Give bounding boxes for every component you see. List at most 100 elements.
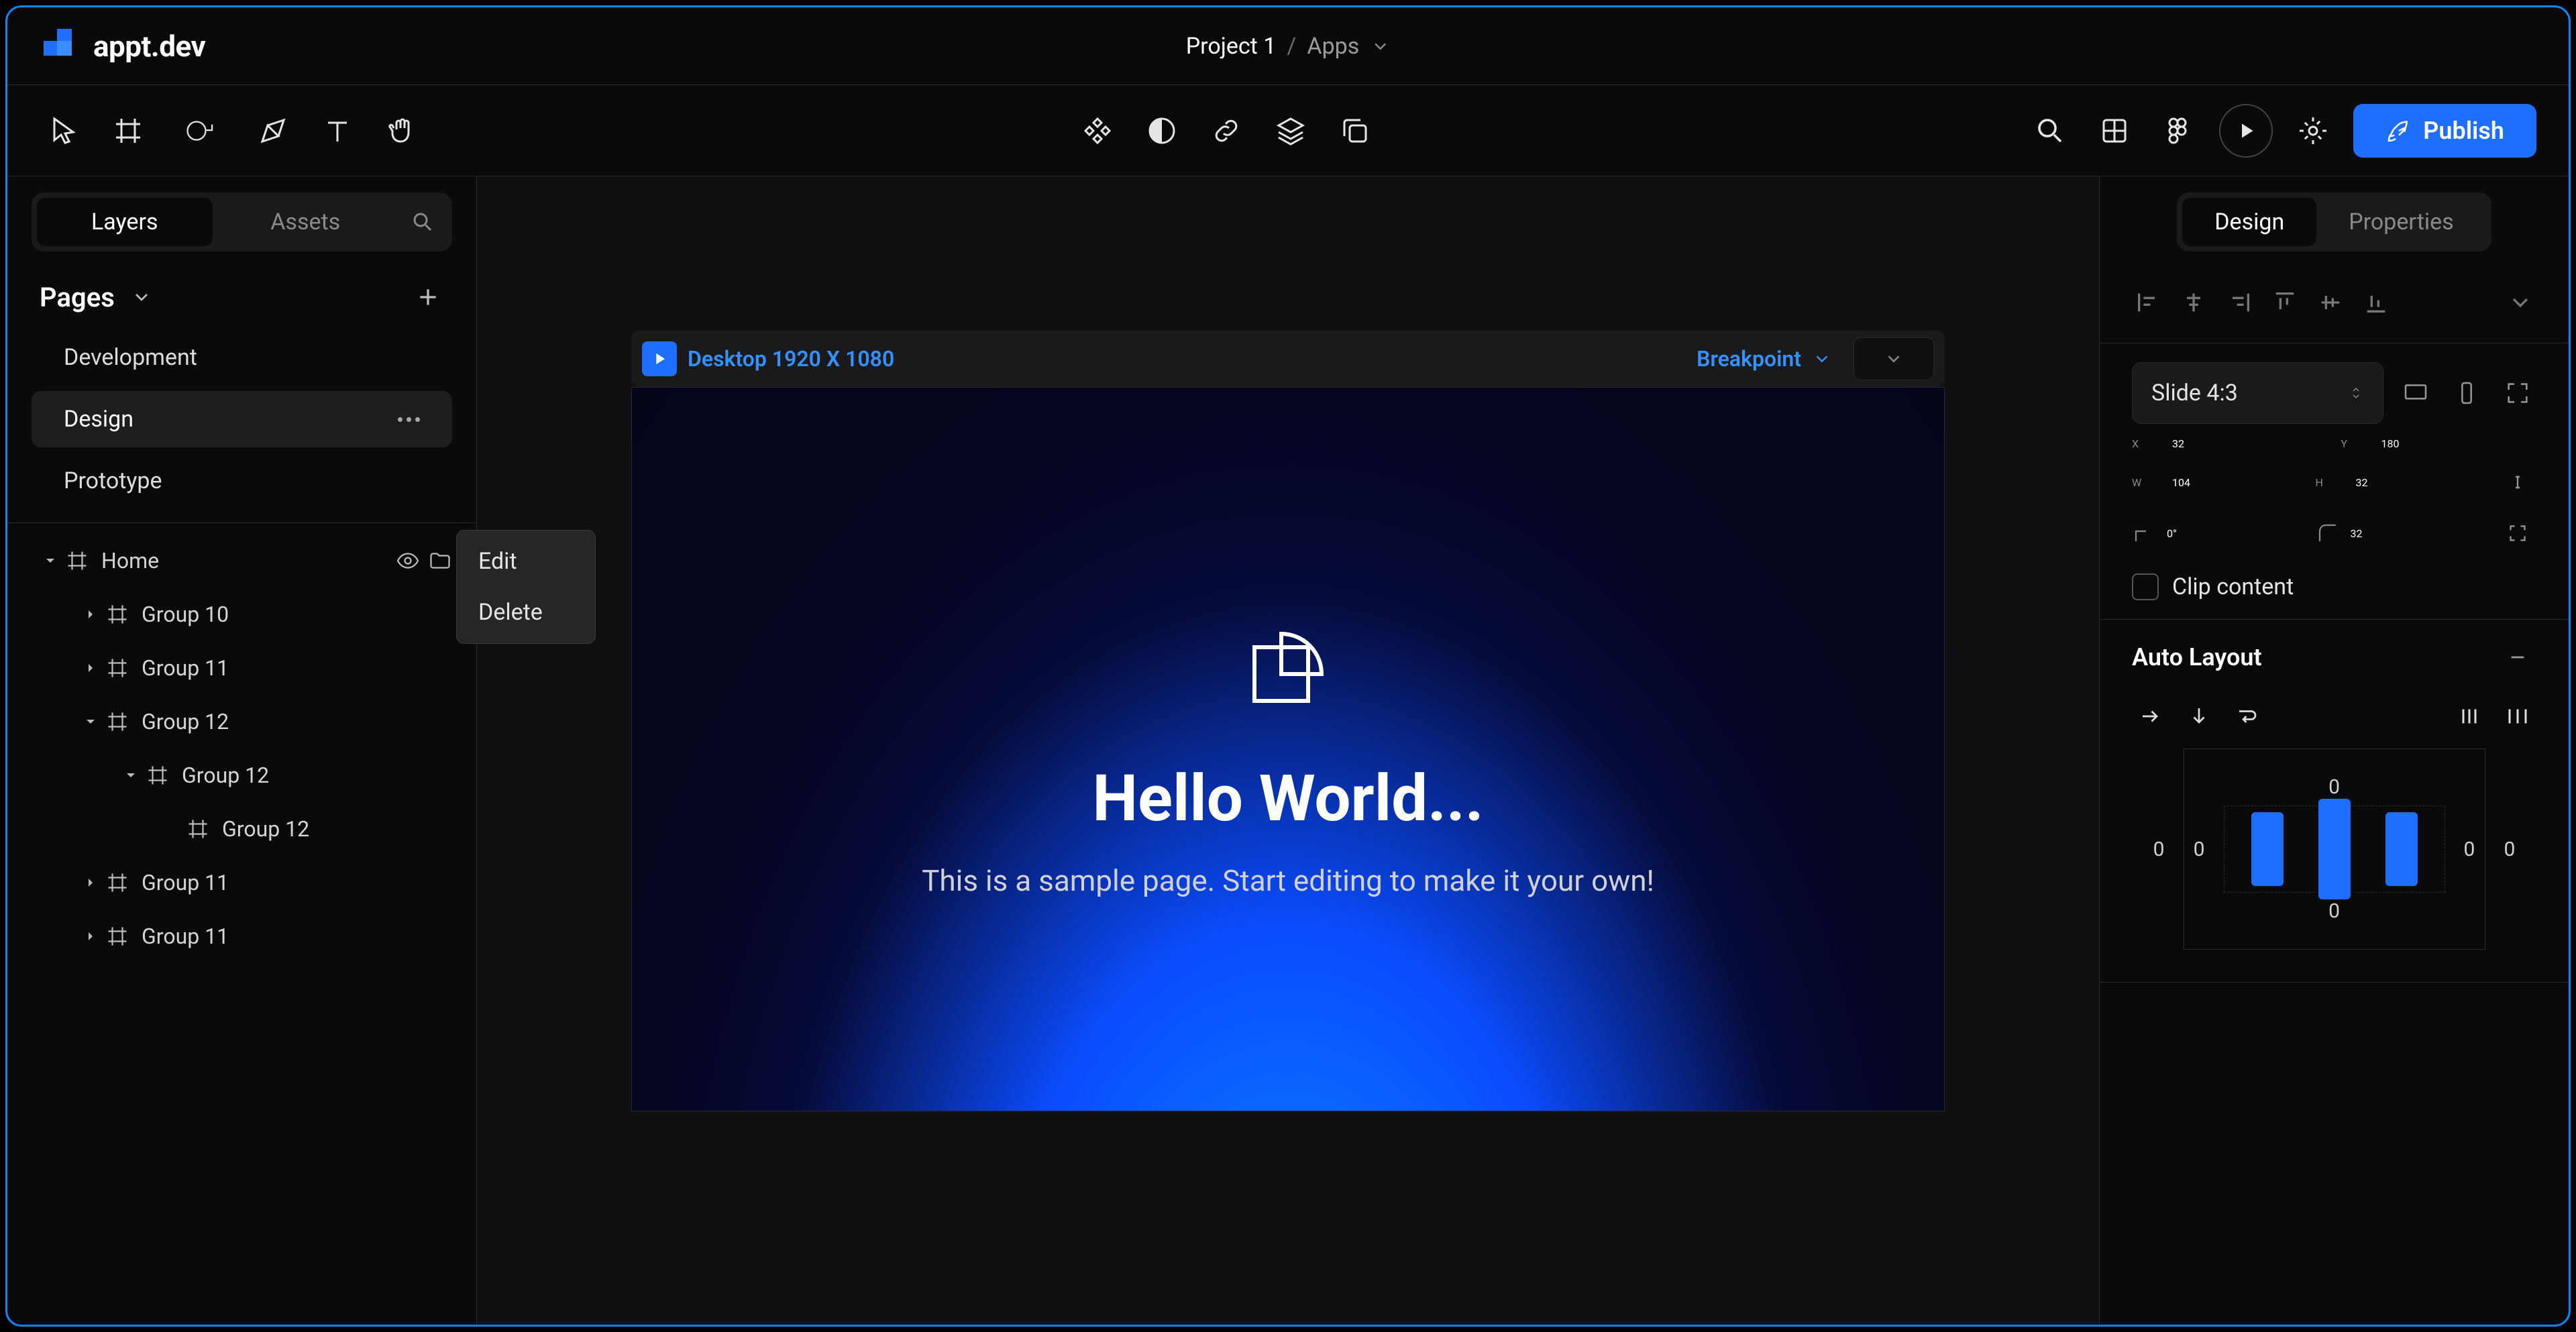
breakpoint-label[interactable]: Breakpoint — [1697, 346, 1801, 372]
direction-down-icon[interactable] — [2180, 698, 2218, 735]
frame-selector[interactable] — [1854, 337, 1934, 380]
layer-group11c[interactable]: Group 11 — [7, 909, 476, 963]
spacing-mode-spread-icon[interactable] — [2499, 698, 2536, 735]
add-page-icon[interactable] — [412, 281, 444, 313]
layers-tool[interactable] — [1267, 107, 1315, 155]
align-right-icon[interactable] — [2223, 286, 2255, 319]
mask-tool[interactable] — [1138, 107, 1186, 155]
w-value[interactable]: 104 — [2172, 476, 2253, 489]
chevrons-icon — [2348, 385, 2364, 401]
caret-right-icon — [83, 875, 99, 891]
spacing-visualization: 0 0 0 0 0 — [2132, 748, 2536, 950]
link-tool[interactable] — [1202, 107, 1250, 155]
folder-icon[interactable] — [428, 549, 452, 573]
align-top-icon[interactable] — [2269, 286, 2301, 319]
publish-label: Publish — [2423, 117, 2504, 145]
pages-title: Pages — [40, 282, 115, 313]
layer-group10[interactable]: Group 10 — [7, 588, 476, 641]
caret-down-icon — [83, 714, 99, 730]
direction-wrap-icon[interactable] — [2229, 698, 2266, 735]
preview-button[interactable] — [2219, 104, 2273, 158]
frame-header: Desktop 1920 X 1080 Breakpoint — [631, 331, 1945, 387]
layer-group12a[interactable]: Group 12 — [7, 748, 476, 802]
cursor-tool[interactable] — [40, 107, 88, 155]
search-icon[interactable] — [2026, 107, 2074, 155]
pages-collapse-icon[interactable] — [125, 281, 158, 313]
topbar: appt.dev Project 1 / Apps — [7, 7, 2569, 85]
canvas-area[interactable]: Desktop 1920 X 1080 Breakpoint Hello Wor… — [477, 176, 2099, 1325]
align-center-v-icon[interactable] — [2314, 286, 2347, 319]
direction-right-icon[interactable] — [2132, 698, 2169, 735]
link-dimensions-icon[interactable] — [2499, 463, 2536, 501]
tab-properties[interactable]: Properties — [2316, 198, 2485, 246]
frame-icon — [101, 706, 133, 738]
frame-play-icon[interactable] — [642, 341, 677, 376]
align-bottom-icon[interactable] — [2360, 286, 2392, 319]
breadcrumb-sub: Apps — [1307, 33, 1359, 60]
rotation-value[interactable]: 0° — [2167, 527, 2247, 540]
page-prototype[interactable]: Prototype — [32, 453, 452, 509]
y-label: Y — [2341, 437, 2371, 450]
radius-value[interactable]: 32 — [2351, 527, 2431, 540]
canvas-frame[interactable]: Hello World... This is a sample page. St… — [631, 387, 1945, 1111]
figma-icon[interactable] — [2155, 107, 2203, 155]
context-delete[interactable]: Delete — [457, 587, 595, 638]
mobile-icon[interactable] — [2448, 374, 2485, 412]
grid-icon[interactable] — [2090, 107, 2139, 155]
remove-autolayout-icon[interactable] — [2499, 639, 2536, 676]
layer-group11a[interactable]: Group 11 — [7, 641, 476, 695]
pen-tool[interactable] — [249, 107, 297, 155]
context-edit[interactable]: Edit — [457, 536, 595, 587]
page-development[interactable]: Development — [32, 329, 452, 386]
padding-left-value[interactable]: 0 — [2153, 838, 2165, 861]
corners-icon[interactable] — [2499, 514, 2536, 552]
page-more-icon[interactable] — [398, 417, 420, 422]
component-tool[interactable] — [1073, 107, 1122, 155]
breadcrumb[interactable]: Project 1 / Apps — [1186, 33, 1391, 60]
tab-layers[interactable]: Layers — [37, 198, 213, 246]
spacing-mode-packed-icon[interactable] — [2451, 698, 2488, 735]
x-value[interactable]: 32 — [2172, 437, 2253, 450]
frame-icon — [142, 759, 174, 791]
gap-left-value[interactable]: 0 — [2194, 838, 2205, 861]
align-center-h-icon[interactable] — [2178, 286, 2210, 319]
eye-icon[interactable] — [396, 549, 420, 573]
y-value[interactable]: 180 — [2381, 437, 2462, 450]
copy-tool[interactable] — [1331, 107, 1379, 155]
rocket-icon — [2385, 117, 2412, 144]
logo: appt.dev — [40, 25, 205, 68]
frame-icon — [182, 813, 214, 845]
tab-search-icon[interactable] — [398, 198, 447, 246]
shape-tool[interactable] — [168, 107, 233, 155]
align-more-icon[interactable] — [2504, 286, 2536, 319]
caret-down-icon — [123, 767, 139, 783]
frame-size-selector[interactable]: Slide 4:3 — [2132, 362, 2383, 424]
page-design[interactable]: Design — [32, 391, 452, 447]
tab-design[interactable]: Design — [2182, 198, 2316, 246]
settings-icon[interactable] — [2289, 107, 2337, 155]
h-value[interactable]: 32 — [2356, 476, 2436, 489]
expand-icon[interactable] — [2499, 374, 2536, 412]
desktop-icon[interactable] — [2397, 374, 2434, 412]
padding-bottom-value[interactable]: 0 — [2328, 899, 2340, 923]
layer-group12[interactable]: Group 12 — [7, 695, 476, 748]
frame-tool[interactable] — [104, 107, 152, 155]
chevron-down-icon — [1884, 349, 1904, 369]
layer-group11b[interactable]: Group 11 — [7, 856, 476, 909]
tab-assets[interactable]: Assets — [218, 198, 394, 246]
hand-tool[interactable] — [378, 107, 426, 155]
gap-right-value[interactable]: 0 — [2464, 838, 2475, 861]
chevron-down-icon[interactable] — [1370, 36, 1390, 56]
padding-right-value[interactable]: 0 — [2504, 838, 2516, 861]
frame-title[interactable]: Desktop 1920 X 1080 — [688, 346, 894, 372]
layer-group12b[interactable]: Group 12 — [7, 802, 476, 856]
chevron-down-icon[interactable] — [1812, 349, 1832, 369]
frame-icon — [101, 867, 133, 899]
clip-content-checkbox[interactable]: Clip content — [2132, 565, 2536, 600]
publish-button[interactable]: Publish — [2353, 104, 2536, 158]
padding-top-value[interactable]: 0 — [2328, 775, 2340, 799]
layer-home[interactable]: Home — [7, 534, 476, 588]
text-tool[interactable] — [313, 107, 362, 155]
align-left-icon[interactable] — [2132, 286, 2164, 319]
frame-icon — [61, 545, 93, 577]
